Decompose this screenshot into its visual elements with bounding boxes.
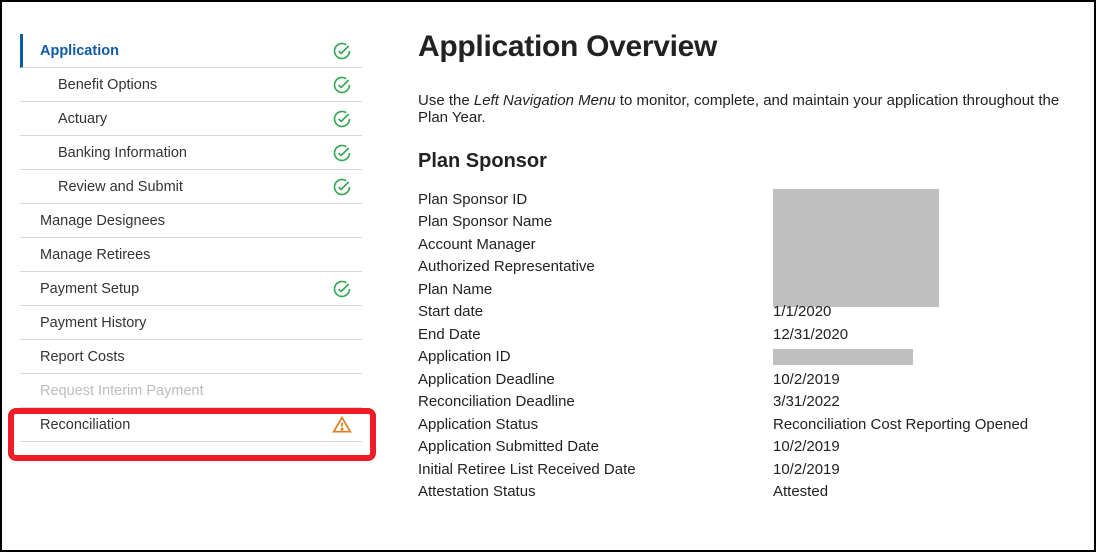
app-frame: Application Benefit Options Actuary: [0, 0, 1096, 552]
nav-review-submit[interactable]: Review and Submit: [20, 170, 362, 204]
row-application-submitted-date: Application Submitted Date 10/2/2019: [418, 436, 1066, 459]
warning-icon: [332, 415, 352, 435]
nav-payment-history[interactable]: Payment History: [20, 306, 362, 340]
nav-label: Benefit Options: [58, 77, 157, 93]
field-label: Plan Sponsor Name: [418, 211, 773, 234]
row-application-deadline: Application Deadline 10/2/2019: [418, 369, 1066, 392]
check-icon: [332, 143, 352, 163]
field-label: Plan Name: [418, 279, 773, 302]
nav-banking-information[interactable]: Banking Information: [20, 136, 362, 170]
field-label: Reconciliation Deadline: [418, 391, 773, 414]
row-application-status: Application Status Reconciliation Cost R…: [418, 414, 1066, 437]
nav-actuary[interactable]: Actuary: [20, 102, 362, 136]
field-label: Application Submitted Date: [418, 436, 773, 459]
nav-request-interim-payment: Request Interim Payment: [20, 374, 362, 408]
field-value: 1/1/2020: [773, 301, 1066, 324]
field-value: [773, 189, 1066, 307]
field-value: 10/2/2019: [773, 369, 1066, 392]
nav-manage-designees[interactable]: Manage Designees: [20, 204, 362, 238]
row-end-date: End Date 12/31/2020: [418, 324, 1066, 347]
page-title: Application Overview: [418, 30, 1066, 64]
check-icon: [332, 75, 352, 95]
intro-text: Use the Left Navigation Menu to monitor,…: [418, 92, 1066, 126]
field-label: Attestation Status: [418, 481, 773, 504]
row-start-date: Start date 1/1/2020: [418, 301, 1066, 324]
field-value: 12/31/2020: [773, 324, 1066, 347]
left-nav-menu: Application Benefit Options Actuary: [20, 26, 362, 540]
nav-label: Application: [40, 43, 119, 59]
field-label: Authorized Representative: [418, 256, 773, 279]
field-label: Start date: [418, 301, 773, 324]
section-title-plan-sponsor: Plan Sponsor: [418, 150, 1066, 173]
main-content: Application Overview Use the Left Naviga…: [362, 26, 1066, 540]
nav-reconciliation[interactable]: Reconciliation: [20, 408, 362, 442]
field-label: Application Status: [418, 414, 773, 437]
redacted-block: [773, 349, 913, 365]
row-attestation-status: Attestation Status Attested: [418, 481, 1066, 504]
nav-label: Reconciliation: [40, 417, 130, 433]
field-value: 3/31/2022: [773, 391, 1066, 414]
nav-label: Payment Setup: [40, 281, 139, 297]
nav-manage-retirees[interactable]: Manage Retirees: [20, 238, 362, 272]
field-label: Application Deadline: [418, 369, 773, 392]
field-label: Application ID: [418, 346, 773, 369]
row-reconciliation-deadline: Reconciliation Deadline 3/31/2022: [418, 391, 1066, 414]
redacted-block: [773, 189, 939, 307]
field-label: Initial Retiree List Received Date: [418, 459, 773, 482]
check-icon: [332, 279, 352, 299]
nav-application[interactable]: Application: [20, 34, 362, 68]
field-label: Account Manager: [418, 234, 773, 257]
nav-label: Request Interim Payment: [40, 383, 204, 399]
field-value: Reconciliation Cost Reporting Opened: [773, 414, 1066, 437]
nav-benefit-options[interactable]: Benefit Options: [20, 68, 362, 102]
nav-label: Review and Submit: [58, 179, 183, 195]
field-value: Attested: [773, 481, 1066, 504]
check-icon: [332, 177, 352, 197]
nav-label: Report Costs: [40, 349, 125, 365]
field-value: 10/2/2019: [773, 459, 1066, 482]
nav-label: Payment History: [40, 315, 146, 331]
field-value: [773, 346, 1066, 369]
nav-payment-setup[interactable]: Payment Setup: [20, 272, 362, 306]
nav-label: Actuary: [58, 111, 107, 127]
field-value: 10/2/2019: [773, 436, 1066, 459]
nav-report-costs[interactable]: Report Costs: [20, 340, 362, 374]
nav-label: Manage Retirees: [40, 247, 150, 263]
row-initial-retiree-list: Initial Retiree List Received Date 10/2/…: [418, 459, 1066, 482]
nav-label: Banking Information: [58, 145, 187, 161]
nav-label: Manage Designees: [40, 213, 165, 229]
check-icon: [332, 109, 352, 129]
check-icon: [332, 41, 352, 61]
row-application-id: Application ID: [418, 346, 1066, 369]
field-label: End Date: [418, 324, 773, 347]
